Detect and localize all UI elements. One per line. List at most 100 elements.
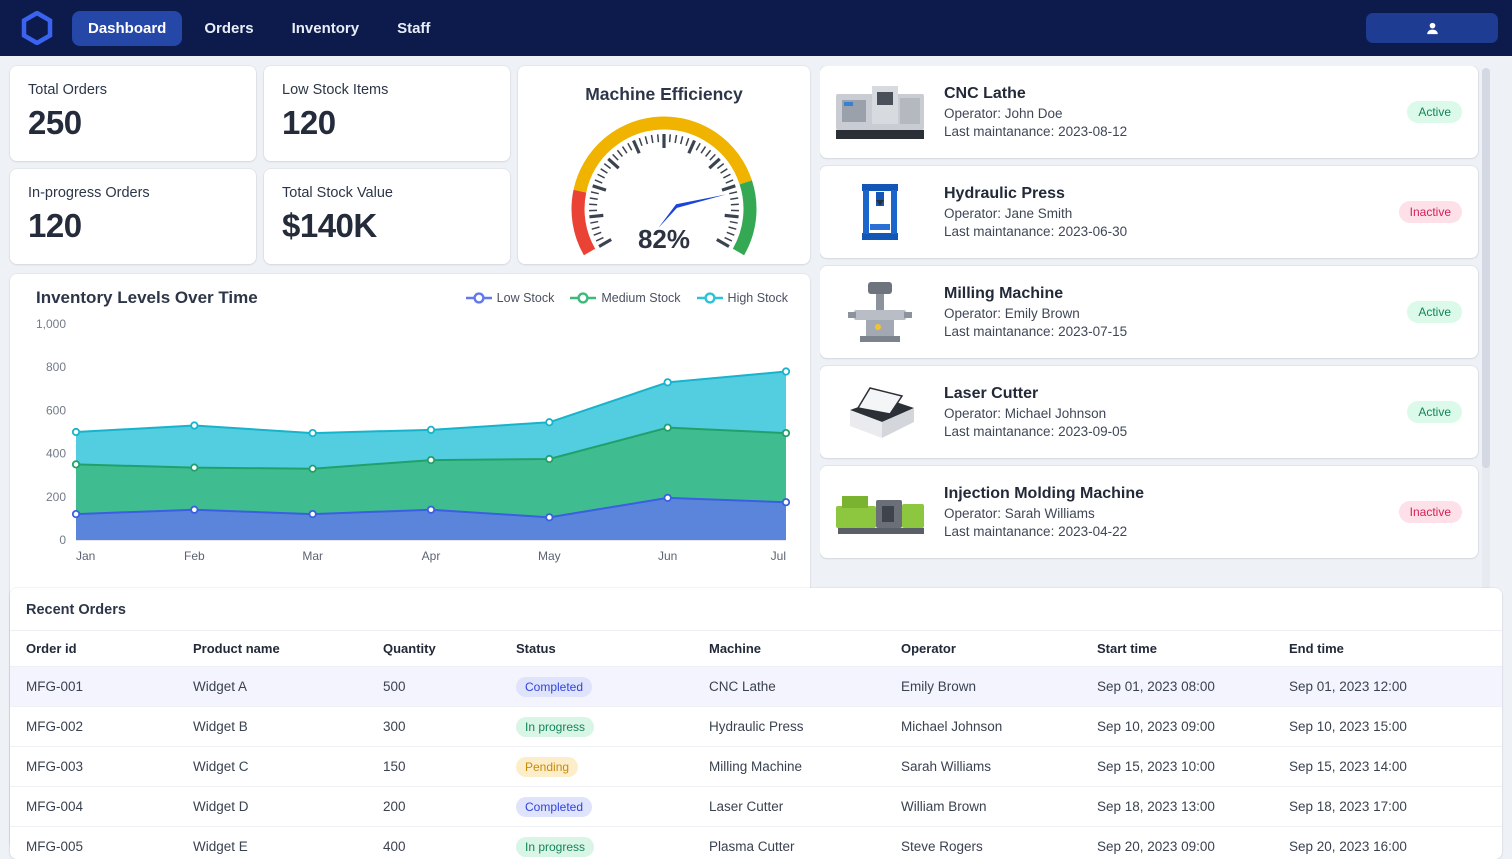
cell-order-id: MFG-001	[10, 667, 193, 707]
column-header-start-time[interactable]: Start time	[1097, 631, 1289, 667]
data-point	[309, 511, 315, 517]
machine-card[interactable]: CNC LatheOperator: John DoeLast maintana…	[820, 66, 1478, 158]
kpi-card-low-stock-items: Low Stock Items120	[264, 66, 510, 161]
data-point	[546, 514, 552, 520]
cell-quantity: 150	[383, 747, 516, 787]
legend-label: Low Stock	[497, 291, 555, 305]
table-row[interactable]: MFG-001Widget A500CompletedCNC LatheEmil…	[10, 667, 1502, 707]
cell-product-name: Widget E	[193, 827, 383, 859]
kpi-card-in-progress-orders: In-progress Orders120	[10, 169, 256, 264]
machine-info: CNC LatheOperator: John DoeLast maintana…	[944, 85, 1393, 139]
chart-header: Inventory Levels Over Time Low StockMedi…	[24, 288, 794, 308]
data-point	[73, 461, 79, 467]
machine-name: Milling Machine	[944, 285, 1393, 303]
chart-legend: Low Stock Medium Stock High Stock	[466, 291, 788, 305]
table-row[interactable]: MFG-002Widget B300In progressHydraulic P…	[10, 707, 1502, 747]
status-badge: In progress	[516, 717, 594, 737]
cell-status: In progress	[516, 707, 709, 747]
cell-start-time: Sep 20, 2023 09:00	[1097, 827, 1289, 859]
cell-machine: Hydraulic Press	[709, 707, 901, 747]
machine-last-maintenance: Last maintanance: 2023-07-15	[944, 324, 1393, 339]
y-axis-tick: 200	[46, 490, 66, 504]
machine-name: Laser Cutter	[944, 385, 1393, 403]
cell-end-time: Sep 15, 2023 14:00	[1289, 747, 1502, 787]
legend-item-high-stock[interactable]: High Stock	[697, 291, 788, 305]
scrollbar-thumb[interactable]	[1482, 68, 1490, 468]
cell-status: Completed	[516, 667, 709, 707]
cell-operator: Michael Johnson	[901, 707, 1097, 747]
user-account-button[interactable]	[1366, 13, 1498, 43]
data-point	[73, 511, 79, 517]
main-nav: DashboardOrdersInventoryStaff	[72, 11, 446, 46]
recent-orders-table: Order idProduct nameQuantityStatusMachin…	[10, 630, 1502, 859]
kpi-and-gauge-row: Total Orders250Low Stock Items120In-prog…	[10, 66, 810, 264]
machine-status-badge: Inactive	[1399, 501, 1462, 523]
data-point	[191, 507, 197, 513]
column-header-end-time[interactable]: End time	[1289, 631, 1502, 667]
cell-operator: Sarah Williams	[901, 747, 1097, 787]
laser-cutter-image	[830, 376, 930, 448]
machine-operator: Operator: Jane Smith	[944, 206, 1385, 221]
machine-name: Injection Molding Machine	[944, 485, 1385, 503]
kpi-grid: Total Orders250Low Stock Items120In-prog…	[10, 66, 510, 264]
hexagon-logo-icon[interactable]	[18, 9, 56, 47]
y-axis-tick: 0	[59, 533, 66, 547]
column-header-machine[interactable]: Machine	[709, 631, 901, 667]
data-point	[191, 422, 197, 428]
nav-item-inventory[interactable]: Inventory	[276, 11, 376, 46]
app-header: DashboardOrdersInventoryStaff	[0, 0, 1512, 56]
nav-item-orders[interactable]: Orders	[188, 11, 269, 46]
cell-machine: Plasma Cutter	[709, 827, 901, 859]
legend-item-medium-stock[interactable]: Medium Stock	[570, 291, 680, 305]
nav-item-dashboard[interactable]: Dashboard	[72, 11, 182, 46]
status-badge: In progress	[516, 837, 594, 857]
legend-item-low-stock[interactable]: Low Stock	[466, 291, 555, 305]
machine-last-maintenance: Last maintanance: 2023-08-12	[944, 124, 1393, 139]
data-point	[783, 368, 789, 374]
machine-card[interactable]: Milling MachineOperator: Emily BrownLast…	[820, 266, 1478, 358]
status-badge: Completed	[516, 797, 592, 817]
machine-card[interactable]: Laser Cutter Operator: Michael Johnson Las…	[820, 366, 1478, 458]
machine-last-maintenance: Last maintanance: 2023-09-05	[944, 424, 1393, 439]
data-point	[428, 457, 434, 463]
machine-card[interactable]: Injection Molding MachineOperator: Sarah…	[820, 466, 1478, 558]
column-header-order-id[interactable]: Order id	[10, 631, 193, 667]
column-header-status[interactable]: Status	[516, 631, 709, 667]
machine-card[interactable]: Hydraulic PressOperator: Jane SmithLast …	[820, 166, 1478, 258]
legend-marker-icon	[697, 292, 723, 304]
column-header-quantity[interactable]: Quantity	[383, 631, 516, 667]
data-point	[428, 427, 434, 433]
user-icon	[1424, 20, 1441, 37]
table-row[interactable]: MFG-004Widget D200CompletedLaser CutterW…	[10, 787, 1502, 827]
table-row[interactable]: MFG-005Widget E400In progressPlasma Cutt…	[10, 827, 1502, 859]
cell-machine: CNC Lathe	[709, 667, 901, 707]
x-axis-tick: Jun	[658, 549, 677, 563]
cell-quantity: 200	[383, 787, 516, 827]
table-row[interactable]: MFG-003Widget C150PendingMilling Machine…	[10, 747, 1502, 787]
column-header-product-name[interactable]: Product name	[193, 631, 383, 667]
cell-machine: Milling Machine	[709, 747, 901, 787]
machine-info: Milling MachineOperator: Emily BrownLast…	[944, 285, 1393, 339]
data-point	[309, 466, 315, 472]
cell-operator: Steve Rogers	[901, 827, 1097, 859]
machine-name: Hydraulic Press	[944, 185, 1385, 203]
nav-item-staff[interactable]: Staff	[381, 11, 446, 46]
status-badge: Pending	[516, 757, 578, 777]
kpi-value: 120	[28, 207, 238, 245]
cell-product-name: Widget C	[193, 747, 383, 787]
column-header-operator[interactable]: Operator	[901, 631, 1097, 667]
kpi-value: 120	[282, 104, 492, 142]
machine-info: Laser Cutter Operator: Michael Johnson Las…	[944, 385, 1393, 439]
x-axis-tick: May	[538, 549, 561, 563]
machine-info: Hydraulic PressOperator: Jane SmithLast …	[944, 185, 1385, 239]
cnc-lathe-image	[830, 76, 930, 148]
machine-operator: Operator: Michael Johnson	[944, 406, 1393, 421]
data-point	[664, 379, 670, 385]
data-point	[664, 495, 670, 501]
legend-label: Medium Stock	[601, 291, 680, 305]
cell-quantity: 500	[383, 667, 516, 707]
x-axis-tick: Jul	[771, 549, 786, 563]
cell-order-id: MFG-002	[10, 707, 193, 747]
recent-orders-card: Recent Orders Order idProduct nameQuanti…	[10, 588, 1502, 859]
x-axis-tick: Jan	[76, 549, 95, 563]
